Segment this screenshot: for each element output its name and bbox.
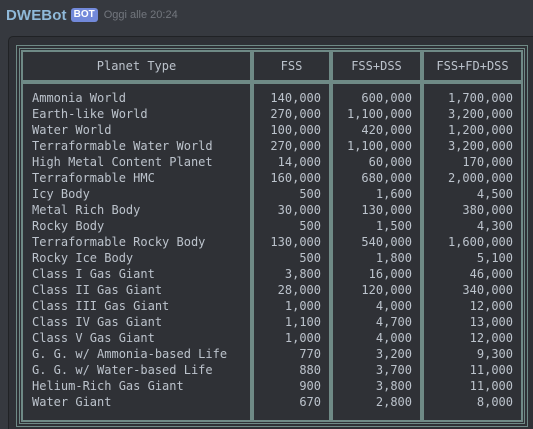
column-header-fss-fd-dss: FSS+FD+DSS xyxy=(423,51,522,81)
fss-value-cell: 500 xyxy=(299,219,321,233)
fss-dss-value-cell: 4,000 xyxy=(375,331,412,345)
fss-fd-dss-column: 1,700,000 3,200,000 1,200,000 3,200,000 170,… xyxy=(423,83,522,421)
fss-column: 140,000 270,000 100,000 270,000 14,000 160,00… xyxy=(253,83,330,421)
fss-fd-dss-value-cell: 13,000 xyxy=(469,315,513,329)
fss-fd-dss-value-cell: 380,000 xyxy=(462,203,513,217)
message-timestamp[interactable]: Oggi alle 20:24 xyxy=(104,9,178,21)
fss-dss-column: 600,000 1,100,000 420,000 1,100,000 60,000 68… xyxy=(332,83,421,421)
planet-type-cell: High Metal Content Planet xyxy=(32,155,213,169)
planet-type-cell: Class II Gas Giant xyxy=(32,283,163,297)
fss-fd-dss-value-cell: 46,000 xyxy=(469,267,513,281)
fss-value-cell: 30,000 xyxy=(277,203,321,217)
fss-dss-value-cell: 420,000 xyxy=(361,123,412,137)
planet-type-cell: Terraformable Rocky Body xyxy=(32,235,206,249)
fss-value-cell: 1,000 xyxy=(284,299,321,313)
fss-fd-dss-value-cell: 4,300 xyxy=(476,219,513,233)
fss-fd-dss-value-cell: 12,000 xyxy=(469,331,513,345)
planet-type-cell: Rocky Ice Body xyxy=(32,251,134,265)
fss-value-cell: 270,000 xyxy=(270,139,321,153)
fss-value-cell: 28,000 xyxy=(277,283,321,297)
fss-dss-value-cell: 1,500 xyxy=(375,219,412,233)
fss-fd-dss-value-cell: 9,300 xyxy=(476,347,513,361)
planet-type-cell: Terraformable Water World xyxy=(32,139,213,153)
fss-value-cell: 140,000 xyxy=(270,91,321,105)
planet-type-cell: Icy Body xyxy=(32,187,90,201)
fss-dss-value-cell: 680,000 xyxy=(361,171,412,185)
fss-dss-value-cell: 1,100,000 xyxy=(346,107,412,121)
fss-dss-value-cell: 4,000 xyxy=(375,299,412,313)
planet-type-cell: Class V Gas Giant xyxy=(32,331,155,345)
fss-value-cell: 100,000 xyxy=(270,123,321,137)
fss-fd-dss-value-cell: 8,000 xyxy=(476,395,513,409)
planet-type-cell: Water Giant xyxy=(32,395,112,409)
fss-fd-dss-value-cell: 170,000 xyxy=(462,155,513,169)
planet-type-cell: G. G. w/ Water-based Life xyxy=(32,363,213,377)
fss-value-cell: 670 xyxy=(299,395,321,409)
planet-type-cell: Class I Gas Giant xyxy=(32,267,155,281)
planet-value-table: Planet Type FSS FSS+DSS FSS+FD+DSS Ammon… xyxy=(16,45,528,427)
fss-dss-value-cell: 600,000 xyxy=(361,91,412,105)
planet-type-cell: Ammonia World xyxy=(32,91,126,105)
column-header-fss-dss: FSS+DSS xyxy=(332,51,421,81)
fss-dss-value-cell: 2,800 xyxy=(375,395,412,409)
fss-value-cell: 270,000 xyxy=(270,107,321,121)
message-header: DWEBot BOT Oggi alle 20:24 xyxy=(6,4,178,26)
planet-type-cell: Metal Rich Body xyxy=(32,203,141,217)
fss-fd-dss-value-cell: 12,000 xyxy=(469,299,513,313)
planet-type-cell: Class III Gas Giant xyxy=(32,299,170,313)
fss-value-cell: 1,100 xyxy=(284,315,321,329)
fss-dss-value-cell: 4,700 xyxy=(375,315,412,329)
fss-value-cell: 130,000 xyxy=(270,235,321,249)
fss-value-cell: 900 xyxy=(299,379,321,393)
fss-fd-dss-value-cell: 5,100 xyxy=(476,251,513,265)
fss-fd-dss-value-cell: 11,000 xyxy=(469,379,513,393)
fss-fd-dss-value-cell: 1,200,000 xyxy=(447,123,513,137)
fss-dss-value-cell: 1,600 xyxy=(375,187,412,201)
planet-type-cell: Helium-Rich Gas Giant xyxy=(32,379,184,393)
planet-type-column: Ammonia World Earth-like World Water World… xyxy=(22,83,251,421)
planet-type-cell: Water World xyxy=(32,123,112,137)
fss-fd-dss-value-cell: 2,000,000 xyxy=(447,171,513,185)
fss-dss-value-cell: 130,000 xyxy=(361,203,412,217)
fss-dss-value-cell: 16,000 xyxy=(368,267,412,281)
fss-value-cell: 14,000 xyxy=(277,155,321,169)
fss-value-cell: 500 xyxy=(299,187,321,201)
bot-username[interactable]: DWEBot xyxy=(6,7,67,24)
fss-fd-dss-value-cell: 3,200,000 xyxy=(447,139,513,153)
planet-type-cell: Rocky Body xyxy=(32,219,105,233)
fss-value-cell: 1,000 xyxy=(284,331,321,345)
column-header-planet-type: Planet Type xyxy=(22,51,251,81)
fss-value-cell: 770 xyxy=(299,347,321,361)
fss-fd-dss-value-cell: 3,200,000 xyxy=(447,107,513,121)
fss-fd-dss-value-cell: 4,500 xyxy=(476,187,513,201)
column-header-fss: FSS xyxy=(253,51,330,81)
planet-type-cell: Earth-like World xyxy=(32,107,148,121)
fss-dss-value-cell: 120,000 xyxy=(361,283,412,297)
table-body-row: Ammonia World Earth-like World Water World… xyxy=(22,83,522,421)
fss-fd-dss-value-cell: 1,600,000 xyxy=(447,235,513,249)
bot-badge: BOT xyxy=(70,8,98,22)
fss-dss-value-cell: 1,800 xyxy=(375,251,412,265)
fss-value-cell: 500 xyxy=(299,251,321,265)
fss-dss-value-cell: 3,200 xyxy=(375,347,412,361)
planet-type-cell: Class IV Gas Giant xyxy=(32,315,163,329)
table-header-row: Planet Type FSS FSS+DSS FSS+FD+DSS xyxy=(22,51,522,81)
planet-type-cell: G. G. w/ Ammonia-based Life xyxy=(32,347,228,361)
fss-dss-value-cell: 60,000 xyxy=(368,155,412,169)
fss-dss-value-cell: 540,000 xyxy=(361,235,412,249)
fss-dss-value-cell: 1,100,000 xyxy=(346,139,412,153)
fss-fd-dss-value-cell: 11,000 xyxy=(469,363,513,377)
fss-value-cell: 880 xyxy=(299,363,321,377)
fss-value-cell: 160,000 xyxy=(270,171,321,185)
fss-dss-value-cell: 3,800 xyxy=(375,379,412,393)
fss-fd-dss-value-cell: 340,000 xyxy=(462,283,513,297)
fss-dss-value-cell: 3,700 xyxy=(375,363,412,377)
fss-fd-dss-value-cell: 1,700,000 xyxy=(447,91,513,105)
planet-type-cell: Terraformable HMC xyxy=(32,171,155,185)
code-block: Planet Type FSS FSS+DSS FSS+FD+DSS Ammon… xyxy=(8,36,533,429)
fss-value-cell: 3,800 xyxy=(284,267,321,281)
